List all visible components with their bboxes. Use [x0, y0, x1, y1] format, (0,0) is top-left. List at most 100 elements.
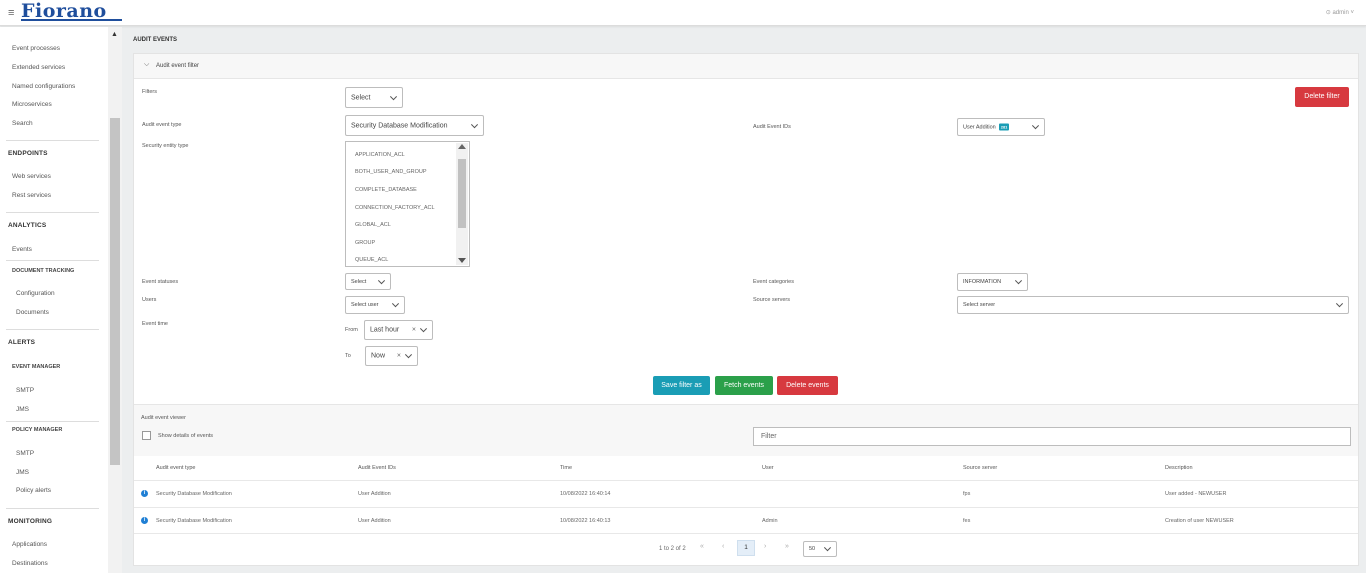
sidebar-subsection-policy-manager[interactable]: POLICY MANAGER	[12, 427, 62, 433]
column-header[interactable]: Description	[1165, 465, 1193, 471]
list-item[interactable]: BOTH_USER_AND_GROUP	[355, 169, 427, 175]
list-item[interactable]: CONNECTION_FACTORY_ACL	[355, 205, 435, 211]
info-icon[interactable]: i	[141, 490, 148, 497]
table-cell: Security Database Modification	[156, 518, 232, 524]
event-type-select[interactable]: Security Database Modification	[345, 115, 484, 136]
listbox-scrollbar-thumb[interactable]	[458, 159, 466, 228]
delete-filter-button[interactable]: Delete filter	[1295, 87, 1349, 107]
viewer-title: Audit event viewer	[141, 415, 186, 421]
chevron-down-icon[interactable]: ⌵	[144, 61, 149, 69]
page-title: AUDIT EVENTS	[133, 37, 178, 43]
entity-type-listbox[interactable]: APPLICATION_ACL BOTH_USER_AND_GROUP COMP…	[345, 141, 470, 267]
divider	[134, 507, 1358, 508]
sidebar-subsection-document-tracking[interactable]: DOCUMENT TRACKING	[12, 268, 74, 274]
sidebar-section-monitoring[interactable]: MONITORING	[8, 518, 52, 525]
chevron-down-icon	[1031, 122, 1040, 130]
info-icon[interactable]: i	[141, 517, 148, 524]
sidebar-item-pm-jms[interactable]: JMS	[16, 469, 29, 476]
sidebar-section-endpoints[interactable]: ENDPOINTS	[8, 150, 48, 157]
sidebar-section-analytics[interactable]: ANALYTICS	[8, 222, 46, 229]
sidebar-item-pm-smtp[interactable]: SMTP	[16, 450, 34, 457]
prev-page-icon[interactable]: ‹	[722, 543, 724, 550]
event-type-label: Audit event type	[142, 122, 182, 128]
chevron-down-icon	[389, 92, 398, 100]
sidebar-item-policy-alerts[interactable]: Policy alerts	[16, 487, 51, 494]
event-ids-select[interactable]: User Addition 281	[957, 118, 1045, 136]
servers-value: Select server	[963, 302, 996, 308]
scroll-up-icon[interactable]	[458, 144, 466, 149]
sidebar-item-documents[interactable]: Documents	[16, 309, 49, 316]
users-label: Users	[142, 297, 157, 303]
next-page-icon[interactable]: ›	[764, 543, 766, 550]
logo-underline	[21, 19, 122, 21]
table-cell: 10/08/2022 16:40:13	[560, 518, 611, 524]
chevron-down-icon	[391, 300, 400, 308]
sidebar-item-extended-services[interactable]: Extended services	[12, 64, 65, 71]
list-item[interactable]: GROUP	[355, 240, 375, 246]
sidebar-item-destinations[interactable]: Destinations	[12, 560, 48, 567]
first-page-icon[interactable]: «	[700, 543, 704, 550]
statuses-select[interactable]: Select	[345, 273, 391, 290]
servers-select[interactable]: Select server	[957, 296, 1349, 314]
list-item[interactable]: COMPLETE_DATABASE	[355, 187, 417, 193]
page-number[interactable]: 1	[737, 540, 755, 556]
list-item[interactable]: APPLICATION_ACL	[355, 152, 405, 158]
list-item[interactable]: GLOBAL_ACL	[355, 222, 391, 228]
table-cell: User Addition	[358, 518, 391, 524]
delete-events-button[interactable]: Delete events	[777, 376, 838, 395]
divider	[6, 260, 99, 261]
page-size-select[interactable]: 50	[803, 541, 837, 557]
clear-icon[interactable]: ×	[412, 327, 416, 334]
divider	[6, 421, 99, 422]
sidebar-item-applications[interactable]: Applications	[12, 541, 47, 548]
to-label: To	[345, 353, 351, 359]
column-header[interactable]: Time	[560, 465, 572, 471]
save-filter-button[interactable]: Save filter as	[653, 376, 710, 395]
statuses-label: Event statuses	[142, 279, 179, 285]
column-header[interactable]: Audit Event IDs	[358, 465, 396, 471]
column-header[interactable]: User	[762, 465, 774, 471]
menu-icon[interactable]: ≡	[8, 7, 14, 19]
event-type-value: Security Database Modification	[351, 122, 448, 129]
categories-value: INFORMATION	[963, 279, 1002, 285]
sidebar: Event processes Extended services Named …	[0, 27, 108, 573]
show-details-checkbox[interactable]	[142, 431, 151, 440]
sidebar-item-event-processes[interactable]: Event processes	[12, 45, 60, 52]
sidebar-section-alerts[interactable]: ALERTS	[8, 339, 35, 346]
filters-select[interactable]: Select	[345, 87, 403, 108]
user-icon: ⊙	[1325, 10, 1331, 16]
sidebar-item-configuration[interactable]: Configuration	[16, 290, 55, 297]
from-select[interactable]: Last hour ×	[364, 320, 433, 340]
sidebar-item-search[interactable]: Search	[12, 120, 33, 127]
sidebar-subsection-event-manager[interactable]: EVENT MANAGER	[12, 364, 60, 370]
table-cell: 10/08/2022 16:40:14	[560, 491, 611, 497]
sidebar-item-em-jms[interactable]: JMS	[16, 406, 29, 413]
sidebar-item-web-services[interactable]: Web services	[12, 173, 51, 180]
users-select[interactable]: Select user	[345, 296, 405, 314]
sidebar-item-events[interactable]: Events	[12, 246, 32, 253]
sidebar-item-rest-services[interactable]: Rest services	[12, 192, 51, 199]
chevron-down-icon	[377, 276, 386, 284]
to-select[interactable]: Now ×	[365, 346, 418, 366]
viewer-filter-input[interactable]: Filter	[753, 427, 1351, 446]
scroll-up-icon[interactable]: ▲	[111, 31, 118, 38]
list-item[interactable]: QUEUE_ACL	[355, 257, 388, 263]
chevron-down-icon	[1014, 277, 1023, 285]
sidebar-item-em-smtp[interactable]: SMTP	[16, 387, 34, 394]
scroll-down-icon[interactable]	[458, 258, 466, 263]
sidebar-item-named-configurations[interactable]: Named configurations	[12, 83, 75, 90]
event-ids-badge: 281	[998, 123, 1010, 131]
servers-label: Source servers	[753, 297, 790, 303]
column-header[interactable]: Source server	[963, 465, 997, 471]
divider	[6, 140, 99, 141]
last-page-icon[interactable]: »	[785, 543, 789, 550]
fetch-events-button[interactable]: Fetch events	[715, 376, 773, 395]
sidebar-scrollbar-thumb[interactable]	[110, 118, 120, 465]
clear-icon[interactable]: ×	[397, 353, 401, 360]
sidebar-item-microservices[interactable]: Microservices	[12, 101, 52, 108]
column-header[interactable]: Audit event type	[156, 465, 195, 471]
user-menu[interactable]: ⊙ admin ˅	[1326, 9, 1354, 16]
chevron-down-icon: ˅	[1350, 10, 1354, 16]
categories-select[interactable]: INFORMATION	[957, 273, 1028, 291]
filter-panel-header[interactable]: ⌵ Audit event filter	[134, 54, 1358, 79]
